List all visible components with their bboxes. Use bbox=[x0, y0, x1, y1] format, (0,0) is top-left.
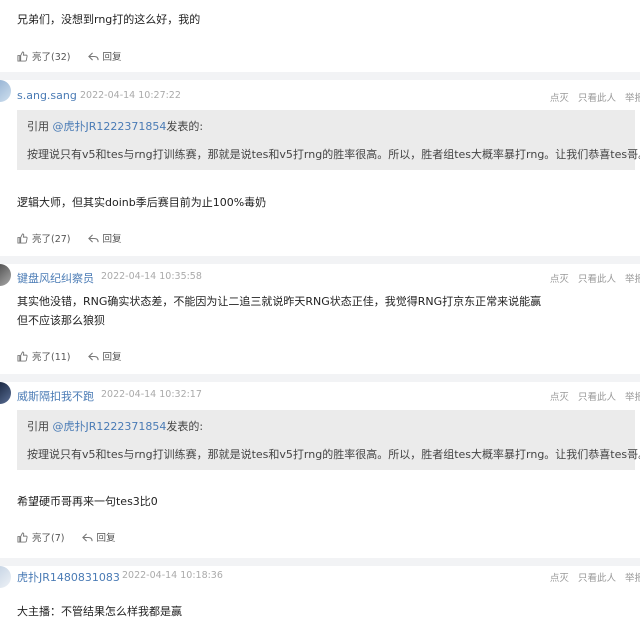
username-link[interactable]: s.ang.sang bbox=[17, 89, 77, 102]
quote-prefix: 引用 bbox=[27, 420, 53, 433]
thumbs-up-icon bbox=[17, 350, 28, 362]
separator bbox=[0, 374, 640, 382]
dislike-button[interactable]: 点灭 bbox=[550, 274, 569, 285]
username-link[interactable]: 威斯隔扣我不跑 bbox=[17, 388, 94, 404]
like-button[interactable]: 亮了(32) bbox=[17, 49, 71, 63]
quote-user-link[interactable]: @虎扑JR1222371854 bbox=[53, 120, 167, 133]
comment-text: 逻辑大师，但其实doinb季后赛目前为止100%毒奶 bbox=[17, 196, 267, 209]
quote-user-link[interactable]: @虎扑JR1222371854 bbox=[53, 420, 167, 433]
quote-prefix: 引用 bbox=[27, 120, 53, 133]
reply-button[interactable]: 回复 bbox=[81, 530, 116, 544]
dislike-button[interactable]: 点灭 bbox=[550, 392, 569, 403]
thumbs-up-icon bbox=[17, 50, 28, 62]
comment-list: 兄弟们，没想到rng打的这么好，我的 亮了(32) 回复 s.ang.sang … bbox=[0, 0, 640, 619]
reply-button[interactable]: 回复 bbox=[87, 231, 122, 245]
comment-item: s.ang.sang 2022-04-14 10:27:22 点灭 只看此人 举… bbox=[0, 80, 640, 257]
separator bbox=[0, 256, 640, 264]
only-author-button[interactable]: 只看此人 bbox=[578, 573, 616, 584]
comment-text: 但不应该那么狼狈 bbox=[17, 314, 105, 327]
comment-text: 兄弟们，没想到rng打的这么好，我的 bbox=[17, 13, 201, 26]
reply-button[interactable]: 回复 bbox=[87, 49, 122, 63]
report-button[interactable]: 举报 bbox=[625, 573, 640, 584]
quote-block: 引用 @虎扑JR1222371854发表的: 按理说只有v5和tes与rng打训… bbox=[17, 410, 640, 470]
comment-text: 希望硬币哥再来一句tes3比0 bbox=[17, 495, 158, 508]
timestamp: 2022-04-14 10:18:36 bbox=[122, 570, 223, 581]
report-button[interactable]: 举报 bbox=[625, 274, 640, 285]
reply-arrow-icon bbox=[81, 532, 93, 542]
reply-button[interactable]: 回复 bbox=[87, 349, 122, 363]
quote-block: 引用 @虎扑JR1222371854发表的: 按理说只有v5和tes与rng打训… bbox=[17, 110, 640, 170]
quote-text: 按理说只有v5和tes与rng打训练赛，那就是说tes和v5打rng的胜率很高。… bbox=[27, 448, 640, 461]
comment-item: 威斯隔扣我不跑 2022-04-14 10:32:17 点灭 只看此人 举报 引… bbox=[0, 382, 640, 559]
comment-item: 虎扑JR1480831083 2022-04-14 10:18:36 点灭 只看… bbox=[0, 566, 640, 619]
username-link[interactable]: 虎扑JR1480831083 bbox=[17, 569, 120, 585]
thumbs-up-icon bbox=[17, 531, 28, 543]
reply-arrow-icon bbox=[87, 351, 99, 361]
timestamp: 2022-04-14 10:35:58 bbox=[101, 271, 202, 282]
only-author-button[interactable]: 只看此人 bbox=[578, 392, 616, 403]
only-author-button[interactable]: 只看此人 bbox=[578, 274, 616, 285]
timestamp: 2022-04-14 10:32:17 bbox=[101, 389, 202, 400]
comment-item: 兄弟们，没想到rng打的这么好，我的 亮了(32) 回复 bbox=[0, 0, 640, 73]
username-link[interactable]: 键盘风纪纠察员 bbox=[17, 270, 94, 286]
quote-text: 按理说只有v5和tes与rng打训练赛，那就是说tes和v5打rng的胜率很高。… bbox=[27, 148, 640, 161]
report-button[interactable]: 举报 bbox=[625, 93, 640, 104]
timestamp: 2022-04-14 10:27:22 bbox=[80, 90, 181, 101]
only-author-button[interactable]: 只看此人 bbox=[578, 93, 616, 104]
separator bbox=[0, 72, 640, 80]
quote-suffix: 发表的: bbox=[166, 120, 204, 133]
comment-text: 其实他没错，RNG确实状态差，不能因为让二追三就说昨天RNG状态正佳，我觉得RN… bbox=[17, 295, 542, 308]
like-button[interactable]: 亮了(7) bbox=[17, 530, 64, 544]
like-button[interactable]: 亮了(27) bbox=[17, 231, 71, 245]
reply-arrow-icon bbox=[87, 51, 99, 61]
comment-text: 大主播：不管结果怎么样我都是赢 bbox=[17, 605, 182, 618]
reply-arrow-icon bbox=[87, 233, 99, 243]
like-button[interactable]: 亮了(11) bbox=[17, 349, 71, 363]
separator bbox=[0, 558, 640, 566]
report-button[interactable]: 举报 bbox=[625, 392, 640, 403]
dislike-button[interactable]: 点灭 bbox=[550, 93, 569, 104]
quote-suffix: 发表的: bbox=[166, 420, 204, 433]
dislike-button[interactable]: 点灭 bbox=[550, 573, 569, 584]
comment-item: 键盘风纪纠察员 2022-04-14 10:35:58 点灭 只看此人 举报 其… bbox=[0, 264, 640, 375]
thumbs-up-icon bbox=[17, 232, 28, 244]
